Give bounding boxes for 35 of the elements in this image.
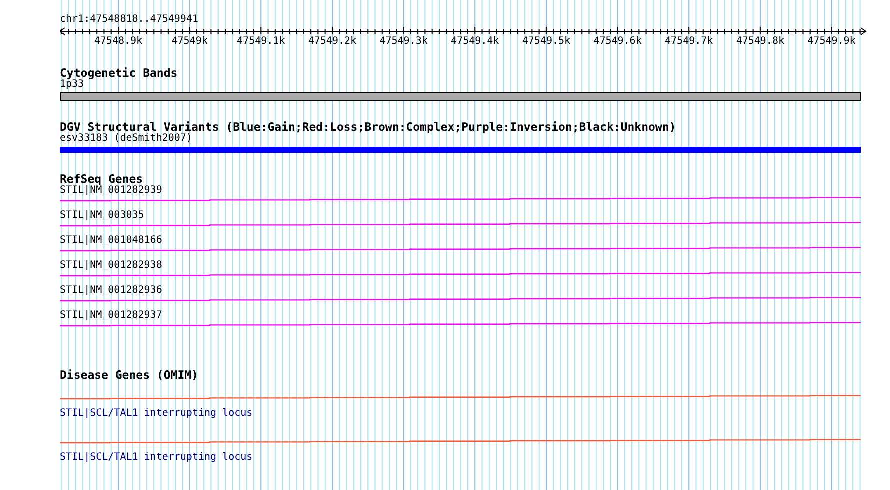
feature-label: STIL|NM_001282939 bbox=[60, 185, 164, 197]
cytoband-bar[interactable] bbox=[60, 92, 861, 101]
chromosome-range: chr1:47548818..47549941 bbox=[60, 14, 200, 26]
feature-label: STIL|NM_001282936 bbox=[60, 285, 164, 297]
tick-label: 47549.2k bbox=[308, 36, 357, 47]
track-title: Disease Genes (OMIM) bbox=[60, 369, 200, 381]
gene-line[interactable] bbox=[60, 322, 861, 327]
tick-label: 47549.1k bbox=[237, 36, 286, 47]
gene-line[interactable] bbox=[60, 297, 861, 302]
feature-label: STIL|NM_003035 bbox=[60, 210, 146, 222]
tick-label: 47549k bbox=[172, 36, 208, 47]
feature-label: STIL|NM_001282937 bbox=[60, 310, 164, 322]
tick-label: 47549.9k bbox=[808, 36, 856, 47]
gene-line[interactable] bbox=[60, 222, 861, 227]
feature-label: 1p33 bbox=[60, 79, 84, 91]
feature-label: STIL|NM_001282938 bbox=[60, 260, 164, 272]
feature-label[interactable]: STIL|SCL/TAL1 interrupting locus bbox=[60, 408, 253, 420]
track-title: RefSeq Genes bbox=[60, 173, 144, 185]
tick-label: 47548.9k bbox=[94, 36, 143, 47]
tick-label: 47549.3k bbox=[380, 36, 428, 47]
gene-line[interactable] bbox=[60, 272, 861, 277]
tick-label: 47549.6k bbox=[594, 36, 642, 47]
disease-gene-line[interactable] bbox=[60, 394, 861, 400]
feature-label: esv33183 (deSmith2007) bbox=[60, 133, 194, 145]
tick-label: 47549.5k bbox=[522, 36, 571, 47]
gene-line[interactable] bbox=[60, 247, 861, 252]
track-title: DGV Structural Variants (Blue:Gain;Red:Loss;Brown:Complex;Purple:Inversion;Black:Unknown) bbox=[60, 121, 678, 133]
track-title: Cytogenetic Bands bbox=[60, 67, 179, 79]
tick-label: 47549.8k bbox=[736, 36, 785, 47]
feature-label[interactable]: STIL|SCL/TAL1 interrupting locus bbox=[60, 452, 253, 464]
tick-label: 47549.7k bbox=[665, 36, 714, 47]
tick-label: 47549.4k bbox=[451, 36, 500, 47]
feature-label: STIL|NM_001048166 bbox=[60, 235, 164, 247]
disease-gene-line[interactable] bbox=[60, 438, 861, 444]
gene-line[interactable] bbox=[60, 197, 861, 202]
